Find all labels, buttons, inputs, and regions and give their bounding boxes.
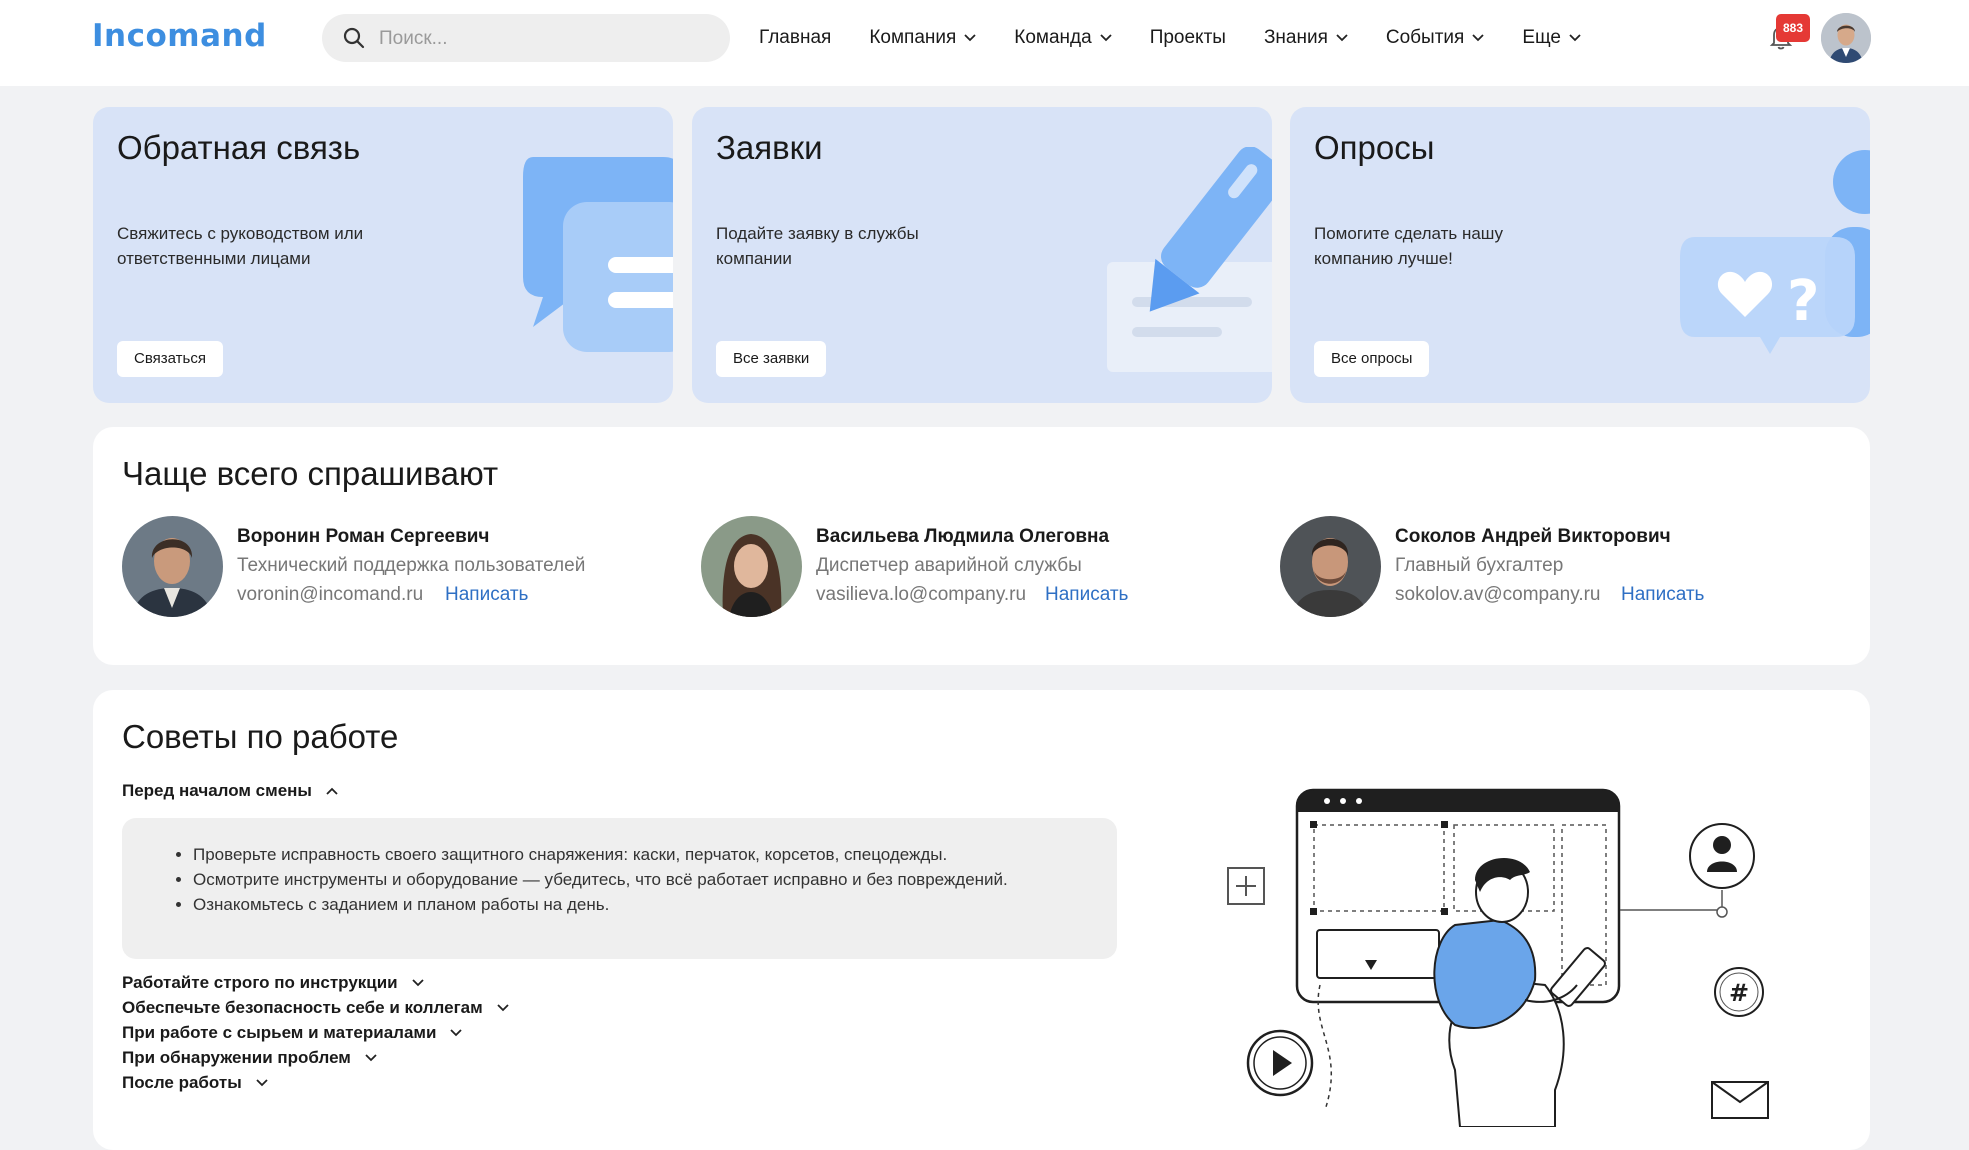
card-title: Опросы bbox=[1314, 129, 1435, 166]
chevron-down-icon bbox=[1336, 34, 1348, 42]
accordion-header[interactable]: При обнаружении проблем bbox=[122, 1048, 377, 1068]
chat-bubbles-icon bbox=[523, 157, 673, 352]
notification-badge: 883 bbox=[1776, 14, 1810, 42]
avatar bbox=[701, 516, 802, 617]
avatar bbox=[1280, 516, 1381, 617]
chevron-down-icon bbox=[1100, 34, 1112, 42]
list-item: Осмотрите инструменты и оборудование — у… bbox=[193, 867, 1008, 892]
accordion-header-open[interactable]: Перед началом смены bbox=[122, 781, 338, 801]
accordion-label: После работы bbox=[122, 1073, 242, 1092]
chevron-down-icon bbox=[1472, 34, 1484, 42]
person-name: Воронин Роман Сергеевич bbox=[237, 526, 490, 547]
list-item: Проверьте исправность своего защитного с… bbox=[193, 842, 1008, 867]
search-input[interactable]: Поиск... bbox=[322, 14, 730, 62]
surveys-card: Опросы Помогите сделать нашу компанию лу… bbox=[1290, 107, 1870, 403]
card-title: Заявки bbox=[716, 129, 823, 166]
accordion-label: При работе с сырьем и материалами bbox=[122, 1023, 437, 1042]
person-name: Соколов Андрей Викторович bbox=[1395, 526, 1671, 547]
write-link[interactable]: Написать bbox=[445, 584, 528, 606]
card-text: Свяжитесь с руководством или ответственн… bbox=[117, 224, 364, 268]
write-link[interactable]: Написать bbox=[1621, 584, 1704, 606]
chevron-down-icon bbox=[365, 1054, 377, 1062]
write-link[interactable]: Написать bbox=[1045, 584, 1128, 606]
search-placeholder: Поиск... bbox=[379, 28, 448, 49]
accordion-label: Работайте строго по инструкции bbox=[122, 973, 398, 992]
accordion-header[interactable]: После работы bbox=[122, 1073, 268, 1093]
accordion-header[interactable]: Обеспечьте безопасность себе и коллегам bbox=[122, 998, 509, 1018]
contact-button[interactable]: Связаться bbox=[117, 341, 223, 377]
search-icon bbox=[343, 27, 365, 49]
card-text: Подайте заявку в службы компании bbox=[716, 224, 919, 268]
user-avatar[interactable] bbox=[1821, 13, 1871, 63]
top-header: Incomand Поиск... Главная Компания Коман… bbox=[0, 0, 1969, 86]
person-role: Главный бухгалтер bbox=[1395, 555, 1564, 576]
person-name: Васильева Людмила Олеговна bbox=[816, 526, 1110, 547]
chevron-up-icon bbox=[326, 787, 338, 795]
avatar bbox=[122, 516, 223, 617]
nav-item-team[interactable]: Команда bbox=[1014, 24, 1112, 52]
person-role: Технический поддержка пользователей bbox=[237, 555, 586, 576]
faq-title: Чаще всего спрашивают bbox=[122, 455, 499, 492]
heart-question-icon: ? bbox=[1680, 150, 1870, 354]
nav-item-knowledge[interactable]: Знания bbox=[1264, 24, 1348, 52]
person-role: Диспетчер аварийной службы bbox=[816, 555, 1082, 576]
requests-card: Заявки Подайте заявку в службы компании … bbox=[692, 107, 1272, 403]
nav-item-company[interactable]: Компания bbox=[869, 24, 976, 52]
accordion-header[interactable]: При работе с сырьем и материалами bbox=[122, 1023, 463, 1043]
list-item: Ознакомьтесь с заданием и планом работы … bbox=[193, 892, 1008, 917]
accordion-label: Перед началом смены bbox=[122, 781, 312, 800]
chevron-down-icon bbox=[450, 1029, 463, 1037]
accordion-label: Обеспечьте безопасность себе и коллегам bbox=[122, 998, 483, 1017]
person-email[interactable]: voronin@incomand.ru bbox=[237, 584, 423, 606]
tips-list: Проверьте исправность своего защитного с… bbox=[193, 842, 1008, 917]
svg-text:?: ? bbox=[1787, 269, 1819, 334]
accordion-body: Проверьте исправность своего защитного с… bbox=[122, 818, 1117, 959]
nav-item-more[interactable]: Еще bbox=[1522, 24, 1581, 52]
all-surveys-button[interactable]: Все опросы bbox=[1314, 341, 1430, 377]
nav-item-projects[interactable]: Проекты bbox=[1150, 24, 1226, 52]
card-title: Обратная связь bbox=[117, 129, 361, 166]
accordion-header[interactable]: Работайте строго по инструкции bbox=[122, 973, 424, 993]
person-email[interactable]: sokolov.av@company.ru bbox=[1395, 584, 1601, 606]
feedback-card: Обратная связь Свяжитесь с руководством … bbox=[93, 107, 673, 403]
chevron-down-icon bbox=[1569, 34, 1581, 42]
pencil-icon bbox=[1107, 147, 1272, 372]
all-requests-button[interactable]: Все заявки bbox=[716, 341, 827, 377]
chevron-down-icon bbox=[412, 979, 424, 987]
logo[interactable]: Incomand bbox=[92, 18, 267, 54]
accordion-label: При обнаружении проблем bbox=[122, 1048, 351, 1067]
work-illustration: # bbox=[1227, 788, 1769, 1127]
nav-item-home[interactable]: Главная bbox=[759, 24, 831, 52]
main-nav: Главная Компания Команда Проекты Знания … bbox=[759, 24, 1619, 52]
svg-text:#: # bbox=[1729, 979, 1749, 1007]
card-text: Помогите сделать нашу компанию лучше! bbox=[1314, 224, 1503, 268]
nav-item-events[interactable]: События bbox=[1386, 24, 1484, 52]
tips-title: Советы по работе bbox=[122, 718, 399, 755]
chevron-down-icon bbox=[964, 34, 976, 42]
person-email[interactable]: vasilieva.lo@company.ru bbox=[816, 584, 1026, 606]
chevron-down-icon bbox=[497, 1004, 509, 1012]
chevron-down-icon bbox=[256, 1079, 268, 1087]
